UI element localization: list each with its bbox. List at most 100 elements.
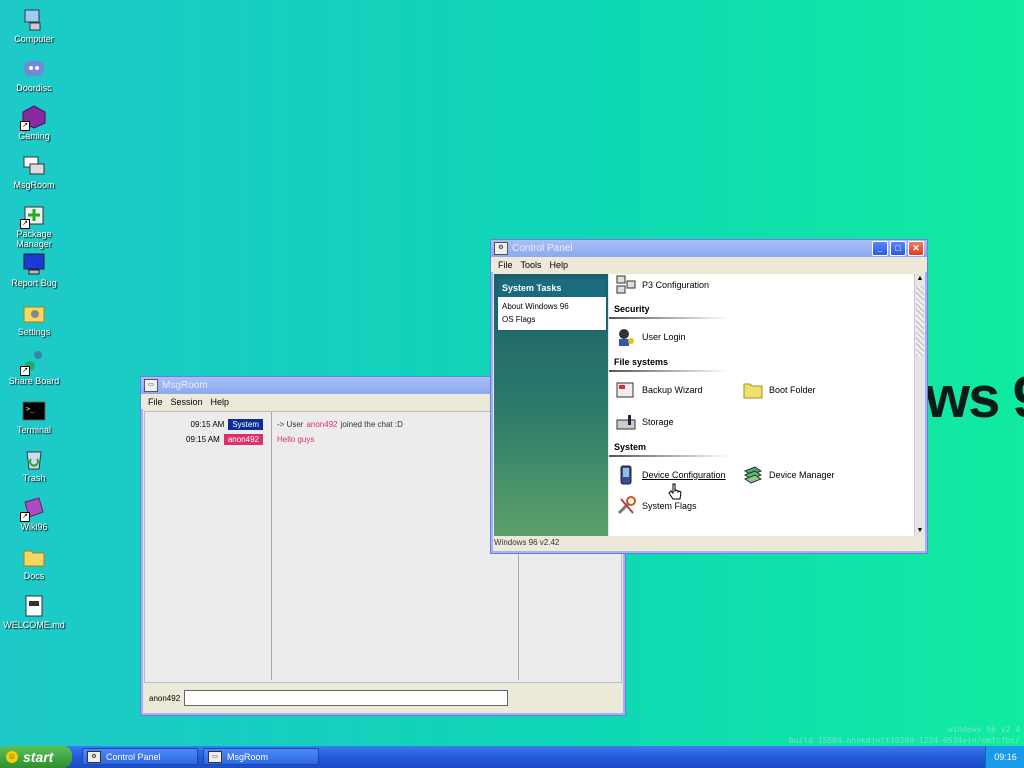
system-tasks-header: System Tasks (498, 279, 606, 297)
chat-message: Hello guys (272, 432, 518, 447)
item-storage[interactable]: Storage (616, 412, 674, 432)
desktop-icon-gaming[interactable]: ↗ Gaming (0, 105, 68, 141)
desktop-icon-share-board[interactable]: ↗ Share Board (0, 350, 68, 386)
menu-help[interactable]: Help (207, 397, 234, 407)
section-file-systems: File systems (614, 357, 669, 367)
task-os-flags[interactable]: OS Flags (498, 313, 606, 326)
scroll-thumb[interactable] (916, 286, 924, 356)
user-badge[interactable]: anon492 (223, 434, 263, 445)
desktop-icon-label: Package Manager (16, 229, 52, 249)
desktop-icon-label: Computer (14, 34, 54, 44)
user-badge[interactable]: System (228, 419, 263, 430)
start-button[interactable]: ☺ start (0, 746, 72, 768)
folder-icon (743, 380, 763, 400)
desktop-icon-computer[interactable]: Computer (0, 8, 68, 44)
terminal-icon: >_ (22, 399, 46, 423)
desktop-icon-welcome-md[interactable]: WELCOME.md (0, 594, 68, 630)
desktop-icon-docs[interactable]: Docs (0, 545, 68, 581)
message-input[interactable] (184, 690, 509, 706)
task-sidebar: System Tasks About Windows 96 OS Flags (494, 274, 608, 536)
desktop-icon-trash[interactable]: Trash (0, 447, 68, 483)
control-panel-content: P3 Configuration Security User Login Fil… (609, 274, 914, 536)
computer-icon (22, 8, 46, 32)
close-button[interactable]: ✕ (908, 241, 924, 256)
message-time: 09:15 AM (190, 420, 225, 429)
menu-help[interactable]: Help (546, 260, 573, 270)
chat-meta-row: 09:15 AM System (145, 417, 271, 432)
desktop-icon-terminal[interactable]: >_ Terminal (0, 399, 68, 435)
desktop-icon-msgroom[interactable]: MsgRoom (0, 154, 68, 190)
desktop-icon-label: WELCOME.md (3, 620, 65, 630)
taskbar-item-label: MsgRoom (227, 751, 269, 762)
chat-meta-column: 09:15 AM System 09:15 AM anon492 (145, 412, 272, 680)
window-title: Control Panel (512, 243, 573, 254)
control-panel-title-icon: ⚙ (494, 242, 508, 255)
desktop-icon-label: Docs (23, 571, 45, 581)
taskbar-clock: 09:16 (985, 746, 1024, 768)
desktop-icon-label: Trash (22, 473, 46, 483)
item-p3-configuration[interactable]: P3 Configuration (616, 275, 709, 295)
hand-cursor-icon (668, 483, 682, 501)
storage-icon (616, 412, 636, 432)
item-label: Device Configuration (642, 470, 726, 480)
menu-file[interactable]: File (144, 397, 167, 407)
nickname-label: anon492 (149, 693, 181, 703)
tools-icon (616, 496, 636, 516)
item-system-flags[interactable]: System Flags (616, 496, 697, 516)
desktop-icon-wiki96[interactable]: ↗ Wiki96 (0, 496, 68, 532)
desktop-icon-label: Doordisc (16, 83, 52, 93)
package-icon: ↗ (20, 203, 46, 229)
section-divider (609, 455, 729, 457)
message-input-row: anon492 (149, 690, 509, 706)
desktop-icon-settings[interactable]: Settings (0, 301, 68, 337)
menu-tools[interactable]: Tools (517, 260, 546, 270)
task-about-windows[interactable]: About Windows 96 (498, 300, 606, 313)
menu-session[interactable]: Session (167, 397, 207, 407)
section-divider (609, 317, 729, 319)
desktop-icon-label: Wiki96 (20, 522, 48, 532)
svg-text:>_: >_ (26, 405, 35, 413)
taskbar-item-msgroom[interactable]: ▭ MsgRoom (203, 748, 319, 765)
section-system: System (614, 442, 647, 452)
minimize-button[interactable]: _ (872, 241, 888, 256)
chat-message: -> User anon492 joined the chat :D (272, 417, 518, 432)
scroll-up-arrow-icon[interactable]: ▲ (915, 274, 925, 284)
item-device-manager[interactable]: Device Manager (743, 465, 835, 485)
build-info: windows 96 v2.4 build 15504.nnnkdjn(t101… (789, 724, 1020, 746)
desktop-icon-label: Gaming (18, 131, 50, 141)
item-backup-wizard[interactable]: Backup Wizard (616, 380, 703, 400)
backup-icon (616, 380, 636, 400)
build-line-1: windows 96 v2.4 (947, 725, 1020, 734)
desktop-icon-label: Report Bug (11, 278, 57, 288)
network-icon (616, 275, 636, 295)
build-line-2: build 15504.nnnkdjn(t1010d-1224-0534e)n/… (788, 736, 1020, 745)
menu-file[interactable]: File (494, 260, 517, 270)
item-label: Backup Wizard (642, 385, 703, 395)
item-user-login[interactable]: User Login (616, 327, 686, 347)
desktop-icon-package-manager[interactable]: ↗ Package Manager (0, 203, 68, 249)
message-username: anon492 (306, 420, 338, 429)
taskbar: ☺ start ⚙ Control Panel ▭ MsgRoom 09:16 (0, 746, 1024, 768)
item-boot-folder[interactable]: Boot Folder (743, 380, 816, 400)
desktop-icon-doordisc[interactable]: Doordisc (0, 57, 68, 93)
taskbar-item-control-panel[interactable]: ⚙ Control Panel (82, 748, 198, 765)
control-panel-titlebar[interactable]: ⚙ Control Panel _ □ ✕ (491, 240, 927, 257)
desktop-icon-label: Share Board (8, 376, 60, 386)
desktop-icon-report-bug[interactable]: Report Bug (0, 252, 68, 288)
scroll-down-arrow-icon[interactable]: ▼ (915, 526, 925, 536)
item-label: User Login (642, 332, 686, 342)
desktop-icon-label: Terminal (16, 425, 51, 435)
control-panel-window[interactable]: ⚙ Control Panel _ □ ✕ File Tools Help Sy… (490, 239, 928, 554)
section-security: Security (614, 304, 650, 314)
chat-meta-row: 09:15 AM anon492 (145, 432, 271, 447)
maximize-button[interactable]: □ (890, 241, 906, 256)
monitor-icon (22, 252, 46, 276)
vertical-scrollbar[interactable]: ▲ ▼ (914, 274, 925, 536)
wallpaper-logo-text: ws 9 (925, 365, 1024, 430)
message-text: joined the chat :D (340, 420, 403, 429)
chat-messages: -> User anon492 joined the chat :D Hello… (272, 412, 519, 680)
taskbar-item-label: Control Panel (106, 751, 161, 762)
message-time: 09:15 AM (186, 435, 220, 444)
item-device-configuration[interactable]: Device Configuration (616, 465, 726, 485)
control-panel-menubar: File Tools Help (491, 257, 927, 272)
